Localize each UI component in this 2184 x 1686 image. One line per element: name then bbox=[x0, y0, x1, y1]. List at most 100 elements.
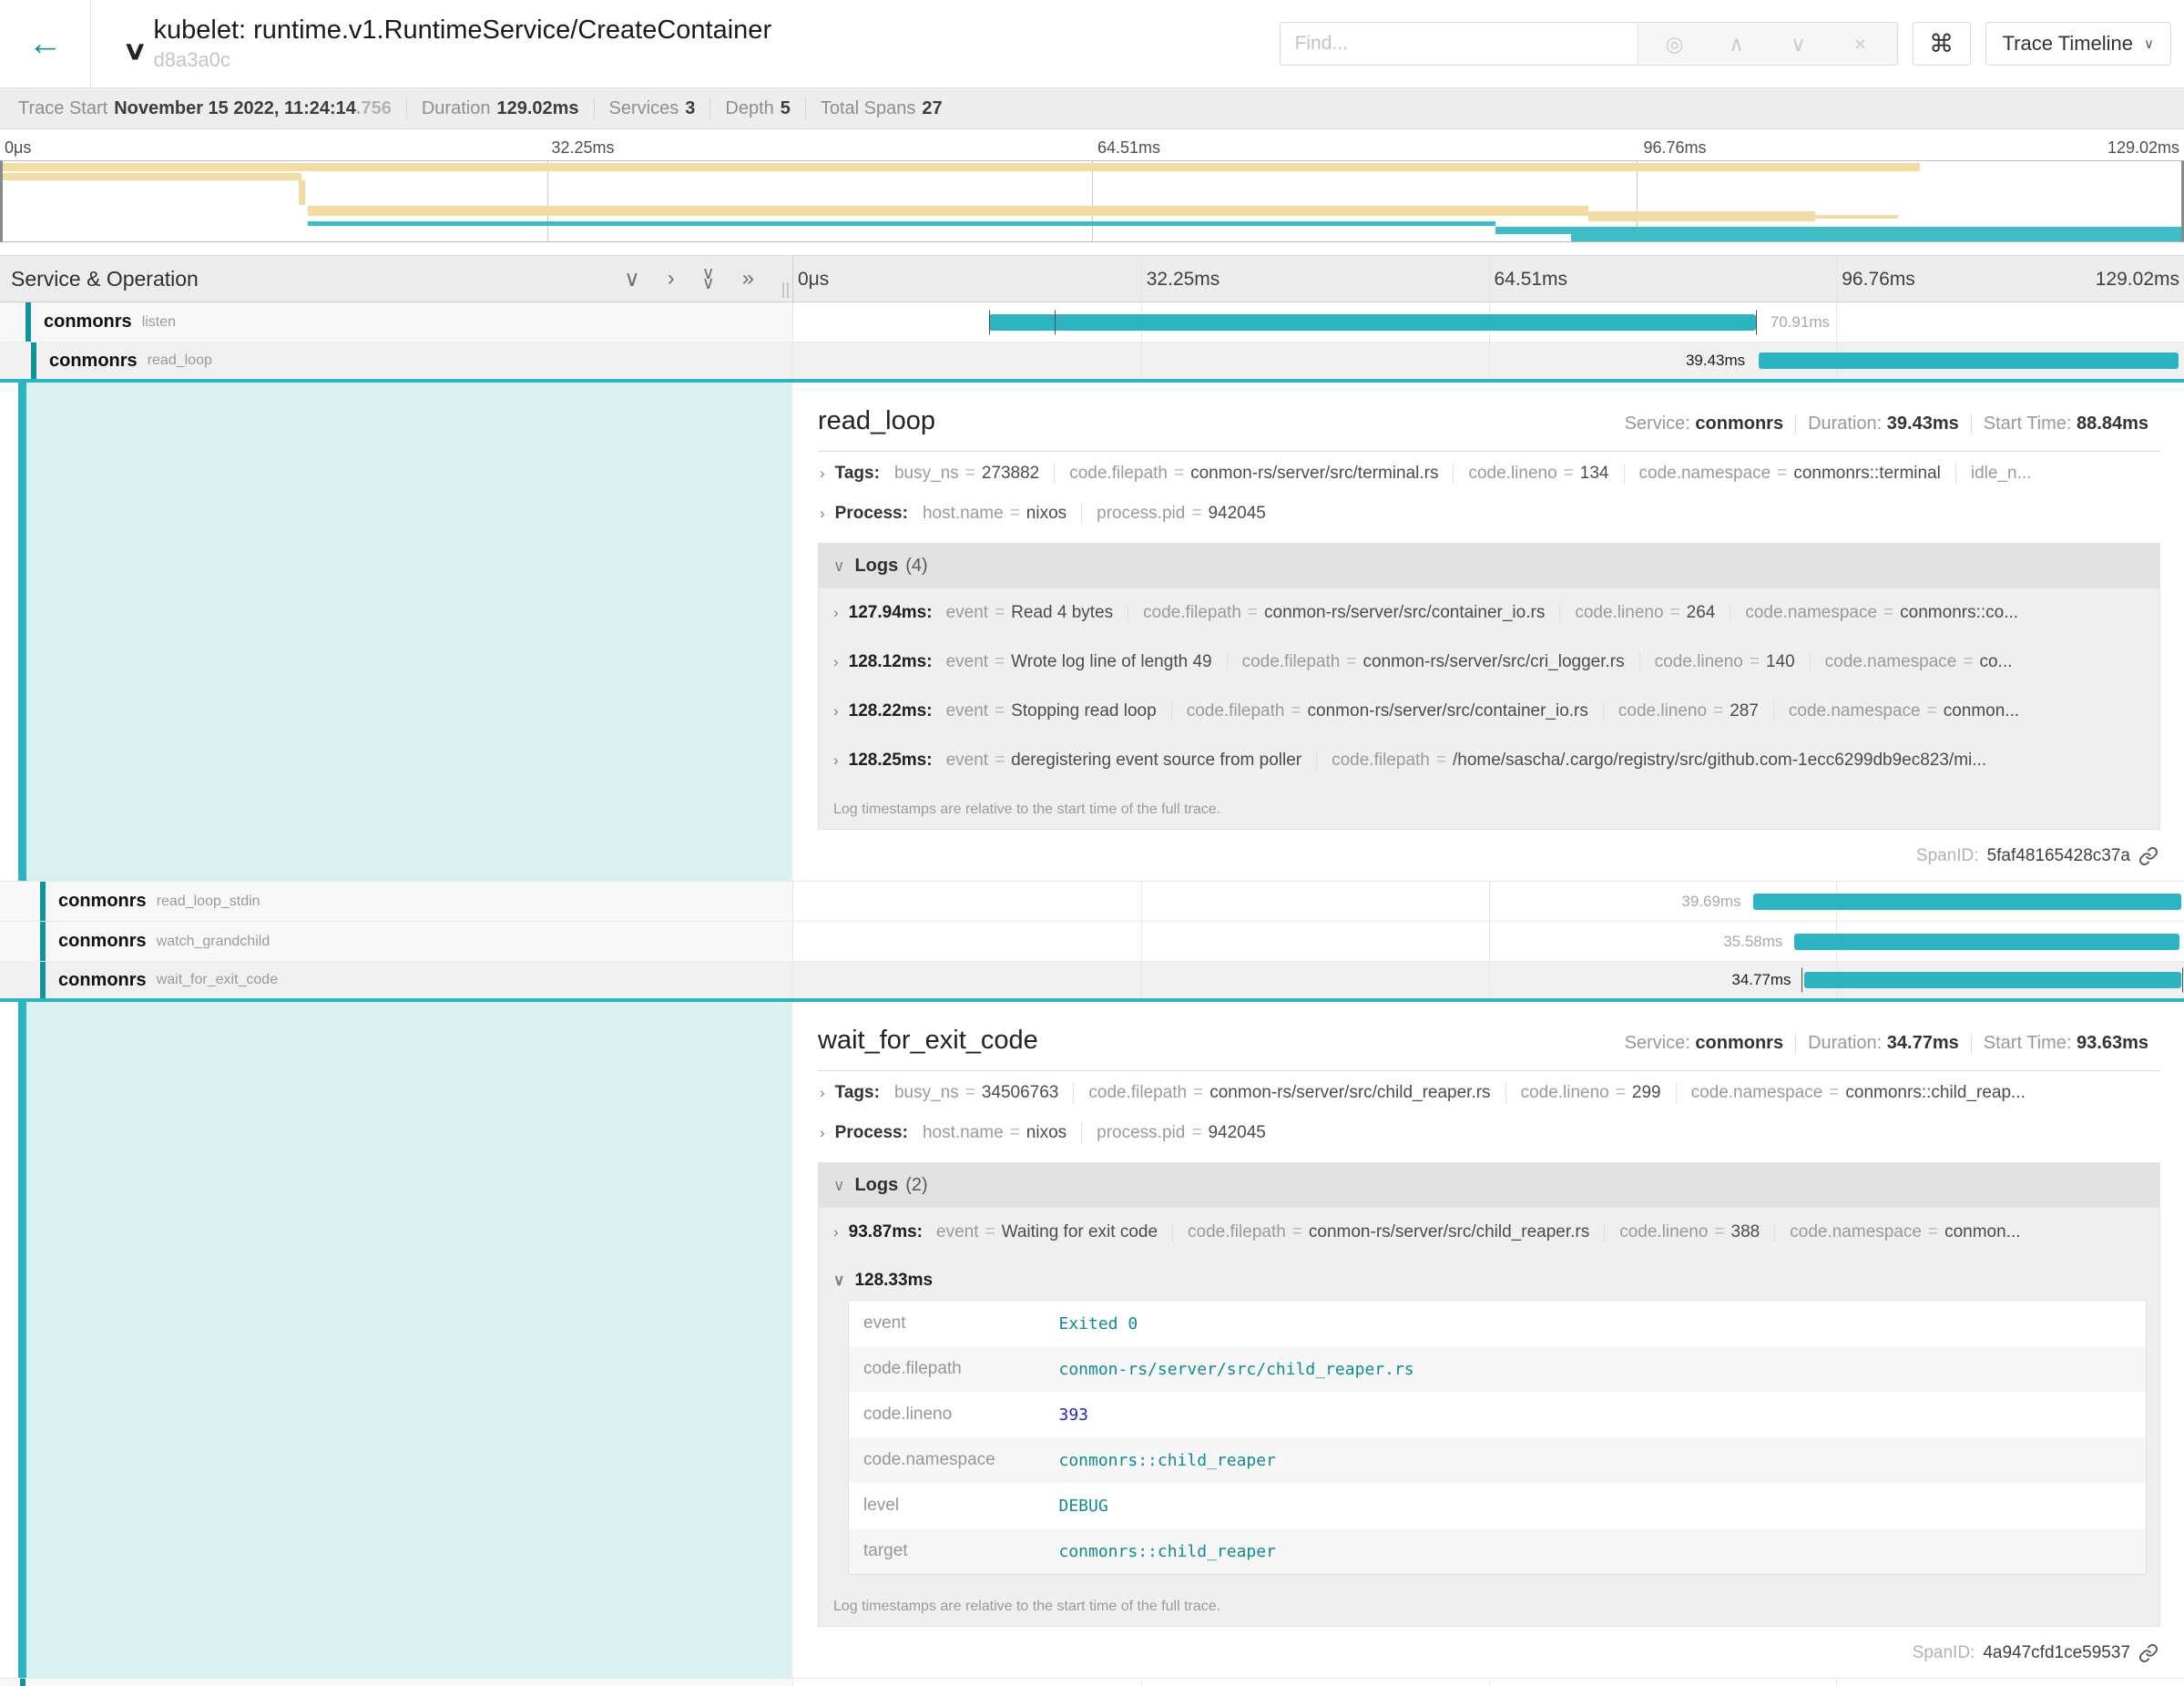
kv-chip: code.lineno=140 bbox=[1639, 652, 1810, 672]
chevron-down-icon: ∨ bbox=[833, 1272, 844, 1290]
minimap-canvas[interactable] bbox=[0, 160, 2184, 242]
span-row-watch-grandchild[interactable]: conmonrs watch_grandchild 35.58ms bbox=[0, 922, 2184, 962]
detail-indent-fill bbox=[18, 383, 792, 881]
tags-row[interactable]: › Tags: busy_ns=273882code.filepath=conm… bbox=[818, 454, 2160, 494]
span-detail-panel: wait_for_exit_code Service: conmonrs Dur… bbox=[792, 1002, 2184, 1678]
spanid-row: SpanID: 4a947cfd1ce59537 bbox=[818, 1630, 2160, 1671]
find-prev-icon[interactable]: ∧ bbox=[1706, 32, 1768, 56]
span-timeline-cell: 39.43ms bbox=[792, 342, 2184, 379]
kv-chip: code.namespace=conmonrs::co... bbox=[1730, 603, 2033, 623]
kv-chip: code.filepath=conmon-rs/server/src/conta… bbox=[1171, 701, 1603, 721]
log-field-row: code.lineno393 bbox=[849, 1392, 2147, 1437]
span-bar[interactable] bbox=[1753, 894, 2181, 910]
log-timestamp: 128.12ms: bbox=[849, 652, 933, 672]
logs-label: Logs bbox=[854, 1175, 898, 1196]
chevron-right-icon: › bbox=[820, 505, 825, 523]
span-row-write-exit-path[interactable]: conmonrs write_exit_path 303μs bbox=[0, 1679, 2184, 1686]
logs-label: Logs bbox=[854, 556, 898, 577]
keyboard-shortcuts-button[interactable]: ⌘ bbox=[1913, 22, 1971, 66]
log-entry[interactable]: › 127.94ms: event=Read 4 bytescode.filep… bbox=[819, 588, 2159, 638]
logs-header[interactable]: ∨ Logs (4) bbox=[819, 544, 2159, 588]
ruler-tick: 0μs bbox=[798, 269, 829, 291]
chevron-down-icon: ∨ bbox=[2144, 36, 2154, 52]
minimap-span-bar bbox=[1571, 230, 2181, 241]
chevron-right-icon: › bbox=[833, 751, 839, 770]
divider bbox=[818, 451, 2160, 452]
collapse-one-icon[interactable]: ∨ bbox=[624, 266, 640, 292]
log-entry[interactable]: › 128.25ms: event=deregistering event so… bbox=[819, 736, 2159, 785]
span-name-cell: conmonrs read_loop_stdin bbox=[0, 882, 792, 921]
column-resize-handle[interactable] bbox=[782, 282, 789, 298]
tags-label: Tags: bbox=[835, 1083, 880, 1103]
process-chips: host.name=nixosprocess.pid=942045 bbox=[923, 504, 1281, 524]
trace-meta-bar: Trace StartNovember 15 2022, 11:24:14.75… bbox=[0, 87, 2184, 129]
logs-note: Log timestamps are relative to the start… bbox=[819, 1582, 2159, 1626]
detail-header: wait_for_exit_code Service: conmonrs Dur… bbox=[818, 1018, 2160, 1061]
link-icon[interactable] bbox=[2138, 846, 2158, 866]
spanid-row: SpanID: 5faf48165428c37a bbox=[818, 833, 2160, 874]
expand-all-icon[interactable]: » bbox=[742, 266, 754, 291]
process-row[interactable]: › Process: host.name=nixosprocess.pid=94… bbox=[818, 1113, 2160, 1153]
gridline bbox=[1489, 882, 1490, 921]
kv-chip: code.filepath=conmon-rs/server/src/child… bbox=[1073, 1083, 1505, 1103]
span-row-read-loop[interactable]: conmonrs read_loop 39.43ms bbox=[0, 342, 2184, 383]
kv-chip: code.lineno=264 bbox=[1559, 603, 1730, 623]
view-selector-button[interactable]: Trace Timeline ∨ bbox=[1985, 22, 2171, 66]
trace-collapse-toggle-icon[interactable]: ∨ bbox=[122, 36, 148, 66]
log-timestamp: 128.33ms bbox=[854, 1271, 933, 1291]
back-button[interactable]: ← bbox=[0, 0, 91, 87]
span-bar[interactable] bbox=[1804, 972, 2181, 988]
kv-chip: code.filepath=conmon-rs/server/src/cri_l… bbox=[1227, 652, 1639, 672]
log-entry[interactable]: › 93.87ms: event=Waiting for exit codeco… bbox=[819, 1208, 2159, 1257]
find-icon-group: ◎ ∧ ∨ × bbox=[1638, 23, 1897, 65]
span-row-wait-for-exit-code[interactable]: conmonrs wait_for_exit_code 34.77ms bbox=[0, 962, 2184, 1002]
chevron-right-icon: › bbox=[820, 1124, 825, 1142]
log-entry[interactable]: › 128.12ms: event=Wrote log line of leng… bbox=[819, 638, 2159, 687]
span-row-listen[interactable]: conmonrs listen 70.91ms bbox=[0, 302, 2184, 342]
meta-services: Services3 bbox=[594, 98, 710, 119]
log-entry[interactable]: › 128.22ms: event=Stopping read loopcode… bbox=[819, 687, 2159, 736]
kv-chip: code.namespace=conmon... bbox=[1773, 701, 2034, 721]
span-bar[interactable] bbox=[1759, 353, 2179, 369]
span-name-cell: conmonrs listen bbox=[0, 302, 792, 342]
span-operation: read_loop_stdin bbox=[157, 894, 260, 910]
log-timestamp: 93.87ms: bbox=[849, 1222, 923, 1242]
kv-chip: code.namespace=co... bbox=[1810, 652, 2027, 672]
span-service: conmonrs bbox=[58, 970, 147, 991]
ruler-tick: 32.25ms bbox=[1147, 269, 1220, 291]
gridline bbox=[1489, 342, 1490, 379]
trace-minimap: 0μs 32.25ms 64.51ms 96.76ms 129.02ms bbox=[0, 129, 2184, 242]
span-timeline-cell: 39.69ms bbox=[792, 882, 2184, 921]
chevron-right-icon: › bbox=[833, 1223, 839, 1242]
logs-header[interactable]: ∨ Logs (2) bbox=[819, 1163, 2159, 1208]
span-bar[interactable] bbox=[989, 314, 1755, 331]
log-entry-expanded[interactable]: ∨ 128.33ms bbox=[819, 1257, 2159, 1296]
find-next-icon[interactable]: ∨ bbox=[1768, 32, 1830, 56]
find-input[interactable] bbox=[1281, 23, 1638, 65]
tags-row[interactable]: › Tags: busy_ns=34506763code.filepath=co… bbox=[818, 1073, 2160, 1113]
log-fields-table-wrap: eventExited 0code.filepathconmon-rs/serv… bbox=[848, 1300, 2147, 1575]
tags-label: Tags: bbox=[835, 464, 880, 484]
span-bar[interactable] bbox=[1794, 934, 2179, 950]
trace-timeline-page: ← ∨ kubelet: runtime.v1.RuntimeService/C… bbox=[0, 0, 2184, 1686]
logs-note: Log timestamps are relative to the start… bbox=[819, 785, 2159, 829]
span-row-read-loop-stdin[interactable]: conmonrs read_loop_stdin 39.69ms bbox=[0, 882, 2184, 922]
span-duration-label: 39.43ms bbox=[1686, 352, 1745, 370]
span-duration-label: 39.69ms bbox=[1681, 893, 1740, 911]
find-target-icon[interactable]: ◎ bbox=[1644, 32, 1706, 56]
kv-chip: event=Waiting for exit code bbox=[936, 1222, 1172, 1242]
chevron-right-icon: › bbox=[833, 702, 839, 720]
view-selector-label: Trace Timeline bbox=[2003, 32, 2133, 56]
find-clear-icon[interactable]: × bbox=[1830, 32, 1892, 56]
expand-one-icon[interactable]: › bbox=[668, 266, 675, 291]
minimap-span-bar bbox=[3, 173, 301, 180]
gridline bbox=[1836, 1679, 1837, 1686]
detail-indent-column bbox=[0, 1002, 792, 1678]
process-label: Process: bbox=[835, 504, 908, 524]
collapse-all-icon[interactable]: ∨∨ bbox=[702, 269, 715, 289]
kv-chip: event=deregistering event source from po… bbox=[946, 751, 1317, 771]
process-row[interactable]: › Process: host.name=nixosprocess.pid=94… bbox=[818, 494, 2160, 534]
minimap-span-bar bbox=[3, 163, 1920, 171]
kv-chip: process.pid=942045 bbox=[1081, 1123, 1281, 1143]
link-icon[interactable] bbox=[2138, 1643, 2158, 1663]
